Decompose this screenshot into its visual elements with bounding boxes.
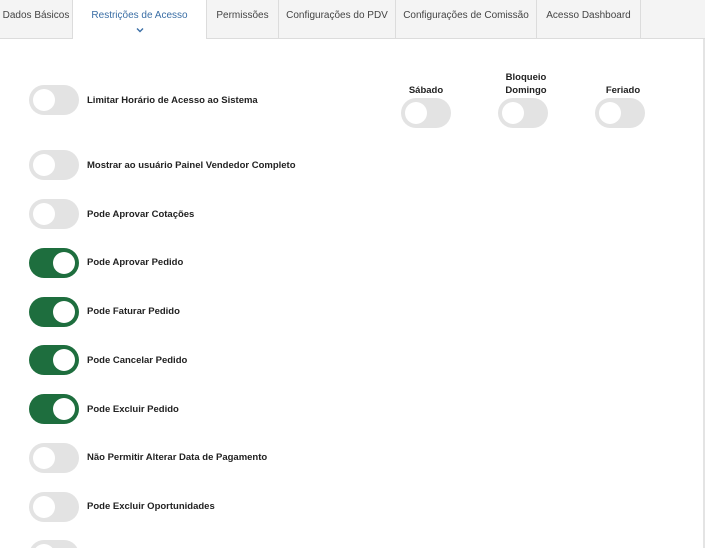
holiday-label: Feriado — [605, 85, 641, 96]
tab-configuracoes-pdv[interactable]: Configurações do PDV — [279, 0, 396, 38]
cancel-order-label: Pode Cancelar Pedido — [87, 355, 188, 366]
toggle-knob — [53, 301, 75, 323]
holiday-toggle[interactable] — [595, 98, 645, 128]
tab-label: Permissões — [216, 10, 269, 21]
toggle-knob — [53, 349, 75, 371]
approve-quotes-label: Pode Aprovar Cotações — [87, 209, 195, 220]
delete-opportunities-toggle[interactable] — [29, 492, 79, 522]
toggle-knob — [33, 496, 55, 518]
cancel-order-toggle[interactable] — [29, 345, 79, 375]
toggle-knob — [33, 203, 55, 225]
limit-access-hours-toggle[interactable] — [29, 85, 79, 115]
toggle-knob — [599, 102, 621, 124]
tab-label: Configurações de Comissão — [403, 10, 529, 21]
toggle-knob — [33, 544, 55, 548]
approve-order-toggle[interactable] — [29, 248, 79, 278]
block-payment-date-edit-toggle[interactable] — [29, 443, 79, 473]
tab-restricoes-de-acesso[interactable]: Restrições de Acesso — [73, 0, 207, 39]
tab-dados-basicos[interactable]: Dados Básicos — [0, 0, 73, 38]
saturday-label: Sábado — [408, 85, 444, 96]
delete-order-toggle[interactable] — [29, 394, 79, 424]
sunday-block-toggle[interactable] — [498, 98, 548, 128]
block-payment-date-edit-label: Não Permitir Alterar Data de Pagamento — [87, 452, 268, 463]
toggle-knob — [405, 102, 427, 124]
full-seller-panel-label: Mostrar ao usuário Painel Vendedor Compl… — [87, 160, 296, 171]
toggle-knob — [502, 102, 524, 124]
tab-label: Acesso Dashboard — [546, 10, 631, 21]
saturday-toggle[interactable] — [401, 98, 451, 128]
toggle-knob — [53, 252, 75, 274]
tab-configuracoes-comissao[interactable]: Configurações de Comissão — [396, 0, 537, 38]
tab-label: Configurações do PDV — [286, 10, 388, 21]
toggle-knob — [33, 447, 55, 469]
delete-opportunities-label: Pode Excluir Oportunidades — [87, 501, 215, 512]
chevron-down-icon — [136, 28, 143, 33]
tab-label: Dados Básicos — [2, 10, 70, 21]
invoice-order-label: Pode Faturar Pedido — [87, 306, 180, 317]
toggle-knob — [53, 398, 75, 420]
tab-label: Restrições de Acesso — [91, 10, 188, 21]
tab-bar: Dados Básicos Restrições de Acesso Permi… — [0, 0, 705, 39]
toggle-knob — [33, 89, 55, 111]
approve-order-label: Pode Aprovar Pedido — [87, 257, 184, 268]
approve-quotes-toggle[interactable] — [29, 199, 79, 229]
full-seller-panel-toggle[interactable] — [29, 150, 79, 180]
permission-toggle-partial[interactable] — [29, 540, 79, 548]
tab-acesso-dashboard[interactable]: Acesso Dashboard — [537, 0, 641, 38]
delete-order-label: Pode Excluir Pedido — [87, 404, 179, 415]
invoice-order-toggle[interactable] — [29, 297, 79, 327]
limit-access-hours-label: Limitar Horário de Acesso ao Sistema — [87, 95, 258, 106]
toggle-knob — [33, 154, 55, 176]
sunday-block-label: Bloqueio Domingo — [505, 72, 547, 96]
tab-permissoes[interactable]: Permissões — [207, 0, 279, 38]
